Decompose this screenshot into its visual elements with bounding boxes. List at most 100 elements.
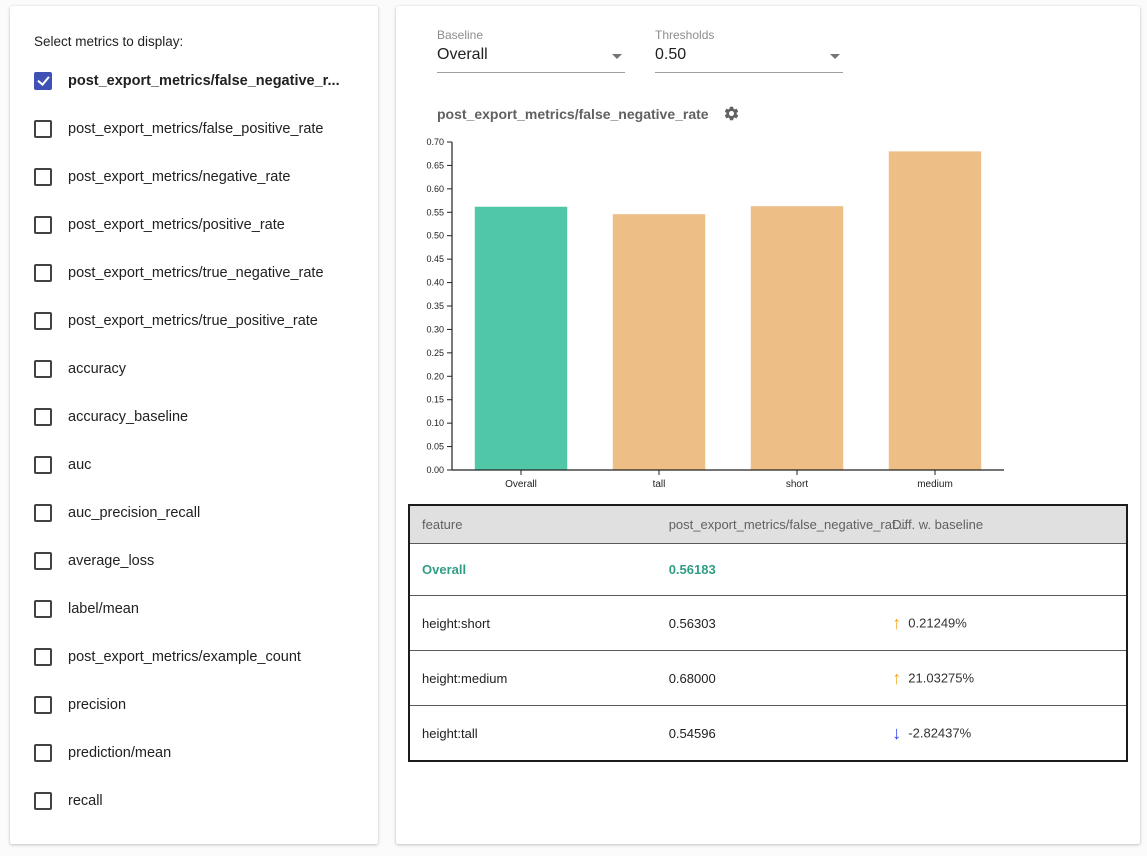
table-row: height:tall 0.54596 ↓-2.82437% xyxy=(409,706,1127,762)
checkbox-icon[interactable] xyxy=(34,312,52,330)
metric-label: average_loss xyxy=(68,553,154,569)
metric-checkbox-item[interactable]: post_export_metrics/example_count xyxy=(10,633,378,681)
gear-icon[interactable] xyxy=(723,105,740,122)
metric-checkbox-item[interactable]: label/mean xyxy=(10,585,378,633)
col-header-diff: Diff. w. baseline xyxy=(880,505,1127,544)
thresholds-dropdown-value: 0.50 xyxy=(655,42,843,73)
checkbox-icon[interactable] xyxy=(34,504,52,522)
checkbox-icon[interactable] xyxy=(34,744,52,762)
metric-label: post_export_metrics/true_positive_rate xyxy=(68,313,318,329)
svg-text:0.70: 0.70 xyxy=(426,137,444,147)
metric-checkbox-item[interactable]: precision xyxy=(10,681,378,729)
checkbox-icon[interactable] xyxy=(34,600,52,618)
metrics-table-body: Overall 0.56183 height:short 0.56303 ↑ 0.… xyxy=(409,544,1127,762)
diff-value: 0.21249% xyxy=(908,616,967,631)
metric-checkbox-item[interactable]: post_export_metrics/true_positive_rate xyxy=(10,297,378,345)
checkbox-icon[interactable] xyxy=(34,264,52,282)
checkbox-icon[interactable] xyxy=(34,168,52,186)
svg-text:0.60: 0.60 xyxy=(426,184,444,194)
diff-cell xyxy=(880,544,1127,596)
metric-checkbox-item[interactable]: recall xyxy=(10,777,378,825)
svg-text:0.00: 0.00 xyxy=(426,465,444,475)
col-header-feature: feature xyxy=(409,505,657,544)
checkbox-icon[interactable] xyxy=(34,360,52,378)
metric-checkbox-item[interactable]: average_loss xyxy=(10,537,378,585)
metric-checkbox-item[interactable]: auc_precision_recall xyxy=(10,489,378,537)
table-row: Overall 0.56183 xyxy=(409,544,1127,596)
metric-label: auc xyxy=(68,457,91,473)
thresholds-dropdown[interactable]: Thresholds 0.50 xyxy=(655,28,843,73)
col-header-metric: post_export_metrics/false_negative_rat..… xyxy=(657,505,881,544)
metric-checkbox-item[interactable]: prediction/mean xyxy=(10,729,378,777)
metric-label: post_export_metrics/positive_rate xyxy=(68,217,285,233)
bar-chart: 0.000.050.100.150.200.250.300.350.400.45… xyxy=(412,132,1012,494)
svg-text:0.05: 0.05 xyxy=(426,442,444,452)
fairness-results-panel: Baseline Overall Thresholds 0.50 post_ex… xyxy=(396,6,1140,844)
metrics-table: feature post_export_metrics/false_negati… xyxy=(408,504,1128,762)
checkbox-icon[interactable] xyxy=(34,792,52,810)
svg-text:0.65: 0.65 xyxy=(426,160,444,170)
bar-tall[interactable] xyxy=(613,214,705,470)
diff-value: 21.03275% xyxy=(908,671,974,686)
svg-text:0.55: 0.55 xyxy=(426,207,444,217)
metric-checkbox-item[interactable]: post_export_metrics/negative_rate xyxy=(10,153,378,201)
feature-cell: height:medium xyxy=(409,651,657,706)
svg-text:0.15: 0.15 xyxy=(426,395,444,405)
baseline-dropdown[interactable]: Baseline Overall xyxy=(437,28,625,73)
metric-label: post_export_metrics/true_negative_rate xyxy=(68,265,324,281)
metric-list: post_export_metrics/false_negative_r... … xyxy=(10,57,378,825)
checkbox-icon[interactable] xyxy=(34,552,52,570)
metric-checkbox-item[interactable]: accuracy xyxy=(10,345,378,393)
metric-label: post_export_metrics/negative_rate xyxy=(68,169,290,185)
svg-text:0.45: 0.45 xyxy=(426,254,444,264)
metric-checkbox-item[interactable]: post_export_metrics/true_negative_rate xyxy=(10,249,378,297)
checkbox-icon[interactable] xyxy=(34,216,52,234)
feature-cell: height:tall xyxy=(409,706,657,762)
svg-text:0.40: 0.40 xyxy=(426,278,444,288)
bar-Overall[interactable] xyxy=(475,207,567,470)
arrow-down-icon: ↓ xyxy=(892,723,901,743)
arrow-up-icon: ↑ xyxy=(892,613,901,633)
svg-text:Overall: Overall xyxy=(505,479,537,490)
value-cell: 0.56303 xyxy=(657,596,881,651)
bar-short[interactable] xyxy=(751,206,843,470)
metric-checkbox-item[interactable]: accuracy_baseline xyxy=(10,393,378,441)
chart-title: post_export_metrics/false_negative_rate xyxy=(437,106,709,122)
diff-cell: ↑ 0.21249% xyxy=(880,596,1127,651)
metric-label: post_export_metrics/false_negative_r... xyxy=(68,73,340,89)
metric-label: auc_precision_recall xyxy=(68,505,200,521)
checkbox-icon[interactable] xyxy=(34,72,52,90)
controls-row: Baseline Overall Thresholds 0.50 xyxy=(437,28,1140,73)
checkbox-icon[interactable] xyxy=(34,456,52,474)
svg-text:short: short xyxy=(786,479,808,490)
dropdown-arrow-icon xyxy=(830,54,840,59)
feature-cell: height:short xyxy=(409,596,657,651)
metric-label: precision xyxy=(68,697,126,713)
metric-checkbox-item[interactable]: post_export_metrics/false_negative_r... xyxy=(10,57,378,105)
diff-cell: ↓-2.82437% xyxy=(880,706,1127,762)
metric-label: label/mean xyxy=(68,601,139,617)
svg-text:tall: tall xyxy=(653,479,666,490)
chart-header: post_export_metrics/false_negative_rate xyxy=(437,105,1140,122)
metric-selector-panel: Select metrics to display: post_export_m… xyxy=(10,6,378,844)
metric-label: accuracy_baseline xyxy=(68,409,188,425)
checkbox-icon[interactable] xyxy=(34,408,52,426)
bar-medium[interactable] xyxy=(889,151,981,470)
svg-text:0.25: 0.25 xyxy=(426,348,444,358)
metric-checkbox-item[interactable]: post_export_metrics/positive_rate xyxy=(10,201,378,249)
checkbox-icon[interactable] xyxy=(34,648,52,666)
checkbox-icon[interactable] xyxy=(34,120,52,138)
metric-label: prediction/mean xyxy=(68,745,171,761)
svg-text:0.20: 0.20 xyxy=(426,371,444,381)
dropdown-arrow-icon xyxy=(612,54,622,59)
metric-checkbox-item[interactable]: auc xyxy=(10,441,378,489)
baseline-dropdown-value: Overall xyxy=(437,42,625,73)
table-row: height:medium 0.68000 ↑21.03275% xyxy=(409,651,1127,706)
svg-text:medium: medium xyxy=(917,479,953,490)
table-header-row: feature post_export_metrics/false_negati… xyxy=(409,505,1127,544)
metric-checkbox-item[interactable]: post_export_metrics/false_positive_rate xyxy=(10,105,378,153)
svg-text:0.10: 0.10 xyxy=(426,418,444,428)
checkbox-icon[interactable] xyxy=(34,696,52,714)
metric-label: accuracy xyxy=(68,361,126,377)
value-cell: 0.68000 xyxy=(657,651,881,706)
